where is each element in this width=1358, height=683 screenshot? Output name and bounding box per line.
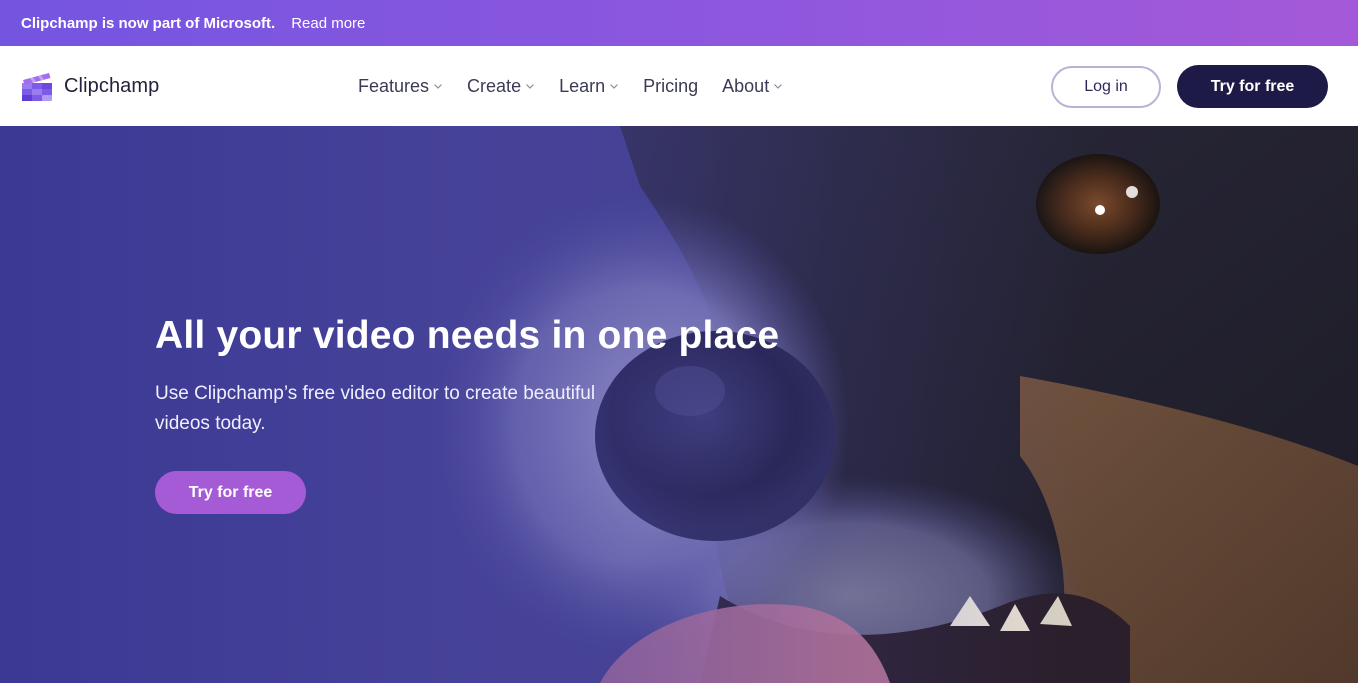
nav-item-features[interactable]: Features	[358, 76, 443, 97]
hero-section: All your video needs in one place Use Cl…	[0, 126, 1358, 683]
nav-item-label: About	[722, 75, 770, 96]
announcement-message: Clipchamp is now part of Microsoft.	[21, 14, 276, 32]
nav-item-label: Pricing	[643, 75, 699, 96]
chevron-down-icon	[433, 81, 443, 91]
read-more-link[interactable]: Read more	[291, 15, 365, 32]
main-nav: Features Create Learn Pricing About	[358, 46, 807, 126]
clipchamp-logo-icon	[21, 70, 53, 102]
nav-item-about[interactable]: About	[722, 76, 783, 97]
chevron-down-icon	[609, 81, 619, 91]
site-header: Clipchamp Features Create Learn Pricing …	[0, 46, 1358, 126]
try-for-free-hero-button[interactable]: Try for free	[155, 471, 306, 514]
nav-item-create[interactable]: Create	[467, 76, 535, 97]
hero-subtitle: Use Clipchamp’s free video editor to cre…	[155, 383, 596, 434]
announcement-bar: Clipchamp is now part of Microsoft. Read…	[0, 0, 1358, 46]
clipchamp-logo[interactable]: Clipchamp	[21, 70, 159, 102]
nav-item-label: Learn	[559, 75, 606, 96]
nav-item-learn[interactable]: Learn	[559, 76, 619, 97]
chevron-down-icon	[525, 81, 535, 91]
nav-item-label: Create	[467, 75, 522, 96]
try-for-free-header-button[interactable]: Try for free	[1177, 65, 1328, 108]
login-button[interactable]: Log in	[1051, 66, 1161, 108]
nav-item-label: Features	[358, 75, 430, 96]
logo-text: Clipchamp	[64, 74, 160, 97]
hero-title: All your video needs in one place	[155, 314, 780, 357]
chevron-down-icon	[773, 81, 783, 91]
nav-item-pricing[interactable]: Pricing	[643, 76, 698, 97]
